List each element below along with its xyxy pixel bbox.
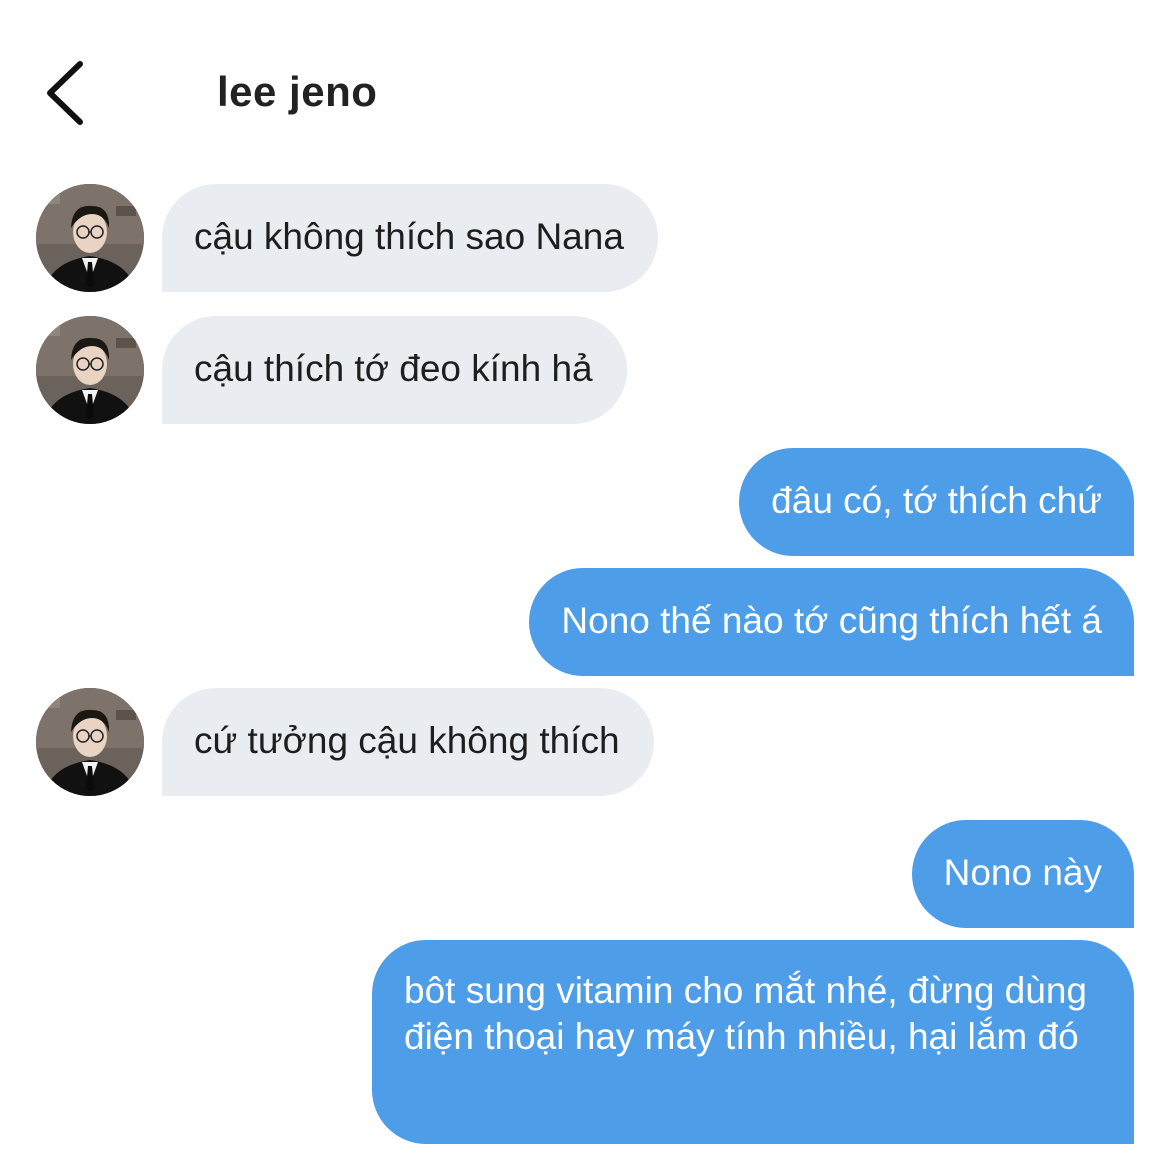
chevron-left-icon <box>47 61 83 125</box>
avatar[interactable] <box>36 184 144 292</box>
message-bubble-outgoing[interactable]: Nono này <box>911 820 1134 928</box>
avatar-image <box>36 688 144 796</box>
message-bubble-outgoing[interactable]: đâu có, tớ thích chứ <box>739 448 1134 556</box>
message-bubble-outgoing[interactable]: Nono thế nào tớ cũng thích hết á <box>529 568 1134 676</box>
avatar[interactable] <box>36 316 144 424</box>
contact-name: lee jeno <box>217 68 378 115</box>
back-button[interactable] <box>40 58 96 128</box>
message-bubble-incoming[interactable]: cậu không thích sao Nana <box>162 184 658 292</box>
message-bubble-outgoing[interactable]: bôt sung vitamin cho mắt nhé, đừng dùng … <box>372 940 1134 1144</box>
avatar-image <box>36 184 144 292</box>
chat-header: lee jeno <box>0 0 1169 170</box>
avatar[interactable] <box>36 688 144 796</box>
avatar-image <box>36 316 144 424</box>
message-bubble-incoming[interactable]: cứ tưởng cậu không thích <box>162 688 654 796</box>
message-bubble-incoming[interactable]: cậu thích tớ đeo kính hả <box>162 316 627 424</box>
